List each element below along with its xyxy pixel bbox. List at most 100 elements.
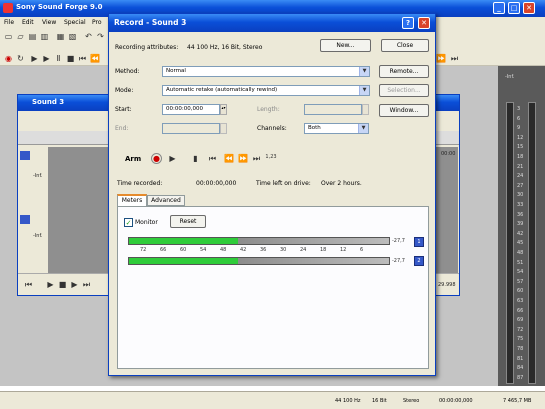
menu-view[interactable]: View [42,19,56,26]
close-button[interactable]: Close [381,39,429,52]
level-meter-1-fill [129,238,239,244]
forward-button-icon[interactable]: ⏩ [238,154,248,163]
sound-stop-icon[interactable]: ■ [58,280,67,289]
reset-button[interactable]: Reset [170,215,206,228]
rewind-icon[interactable]: ⏪ [90,54,100,63]
new-button[interactable]: New... [320,39,371,52]
right-meter-tick: 30 [517,192,524,199]
sound-play-icon[interactable]: ▶ [46,280,55,289]
right-meter-tick: 42 [517,230,524,237]
level-meter-2 [128,257,390,265]
sound-time-readout: 29.998 [438,282,456,288]
end-field [162,123,220,134]
time-left-label: Time left on drive: [256,180,311,187]
remote-button[interactable]: Remote... [379,65,429,78]
render-icon[interactable]: ▦ [56,32,65,41]
arm-button[interactable]: Arm [125,155,141,163]
recording-attributes-value: 44 100 Hz, 16 Bit, Stereo [187,44,263,51]
app-maximize-button[interactable]: □ [508,2,520,14]
play-icon[interactable]: ▶ [42,54,51,63]
meter-scale: 72 66 60 54 48 42 36 30 24 18 12 6 [128,246,390,256]
peak-value-1: -27,7 [392,238,405,244]
menu-special[interactable]: Special [64,19,86,26]
start-label: Start: [115,106,132,113]
record-dialog-title-bar: Record - Sound 3 ? ✕ [109,14,435,32]
stop-button-icon[interactable]: ▮ [191,154,200,163]
menu-file[interactable]: File [4,19,14,26]
meter-scale-tick: 60 [180,247,187,253]
menu-process[interactable]: Pro [92,19,102,26]
right-meter-tick: 63 [517,298,524,304]
record-button-icon[interactable]: ● [151,153,162,164]
save-icon[interactable]: ▤ [28,32,37,41]
menu-edit[interactable]: Edit [22,19,34,26]
app-title: Sony Sound Forge 9.0 [16,3,103,11]
new-file-icon[interactable]: ▭ [4,32,13,41]
status-free-space: 7 465,7 MB [503,398,532,404]
counter-icon[interactable]: 1,23 [265,153,277,162]
pause-icon[interactable]: Ⅱ [54,54,63,63]
right-meter-tick: 54 [517,269,524,276]
go-start-icon[interactable]: ⏮ [78,54,87,63]
level-meter-2-fill [129,258,239,264]
tab-advanced[interactable]: Advanced [147,195,185,206]
peak-value-2: -27,7 [392,258,405,264]
length-field [304,104,362,115]
meter-scale-tick: 54 [200,247,207,253]
go-to-end-button-icon[interactable]: ⏭ [252,154,261,163]
undo-icon[interactable]: ↶ [84,32,93,41]
channel-2-toggle[interactable]: 2 [414,256,424,266]
method-select[interactable]: Normal ▼ [162,66,370,77]
record-dialog: Record - Sound 3 ? ✕ Recording attribute… [108,13,436,376]
app-close-button[interactable]: ✕ [523,2,535,14]
meter-scale-tick: 6 [360,247,364,253]
open-file-icon[interactable]: ▱ [16,32,25,41]
channel-1-marker[interactable] [20,151,30,160]
sound-go-start-icon[interactable]: ⏮ [24,280,33,289]
properties-icon[interactable]: ▧ [68,32,77,41]
record-icon[interactable]: ◉ [4,54,13,63]
go-end-icon[interactable]: ⏭ [450,54,459,63]
sound-play-all-icon[interactable]: ▶ [70,280,79,289]
rewind-button-icon[interactable]: ⏪ [224,154,234,163]
length-label: Length: [257,106,280,113]
right-meter-left-bar [506,102,514,384]
meter-scale-tick: 66 [160,247,167,253]
start-field[interactable]: 00:00:00,000 [162,104,220,115]
right-meter-panel: -Inf. 3 6 9 12 15 18 21 24 27 30 33 36 39 42 45 48 51 54 5… [498,66,545,386]
method-value: Normal [166,68,186,74]
stop-icon[interactable]: ■ [66,54,75,63]
redo-icon[interactable]: ↷ [96,32,105,41]
right-meter-tick: 9 [517,125,521,132]
right-meter-tick: 12 [517,134,524,141]
right-meter-tick: 45 [517,240,524,247]
save-as-icon[interactable]: ▥ [40,32,49,41]
right-meter-tick: 81 [517,355,524,362]
right-meter-tick: 33 [517,202,524,208]
right-meter-tick: 72 [517,326,524,333]
start-spinner-icon[interactable]: ▴▾ [220,104,227,115]
forward-icon[interactable]: ⏩ [436,54,446,63]
play-button-icon[interactable]: ▶ [168,154,177,163]
channel-1-toggle[interactable]: 1 [414,237,424,247]
play-all-icon[interactable]: ▶ [30,54,39,63]
right-meter-top-label: -Inf. [505,74,515,80]
app-minimize-button[interactable]: _ [493,2,505,14]
sound-window-title: Sound 3 [32,98,65,106]
right-meter-tick: 27 [517,182,524,189]
monitor-checkbox[interactable]: ✓ [124,218,133,227]
end-label: End: [115,125,129,132]
go-to-start-button-icon[interactable]: ⏮ [208,154,217,163]
tab-meters[interactable]: Meters [117,194,147,206]
meter-scale-tick: 42 [240,247,247,253]
right-meter-tick: 78 [517,346,524,352]
channel-2-marker[interactable] [20,215,30,224]
window-button[interactable]: Window... [379,104,429,117]
help-button[interactable]: ? [402,17,414,29]
loop-icon[interactable]: ↻ [16,54,25,63]
dialog-close-icon[interactable]: ✕ [418,17,430,29]
channels-select[interactable]: Both ▼ [304,123,369,134]
selection-button[interactable]: Selection... [379,84,429,97]
sound-go-end-icon[interactable]: ⏭ [82,280,91,289]
mode-select[interactable]: Automatic retake (automatically rewind) … [162,85,370,96]
